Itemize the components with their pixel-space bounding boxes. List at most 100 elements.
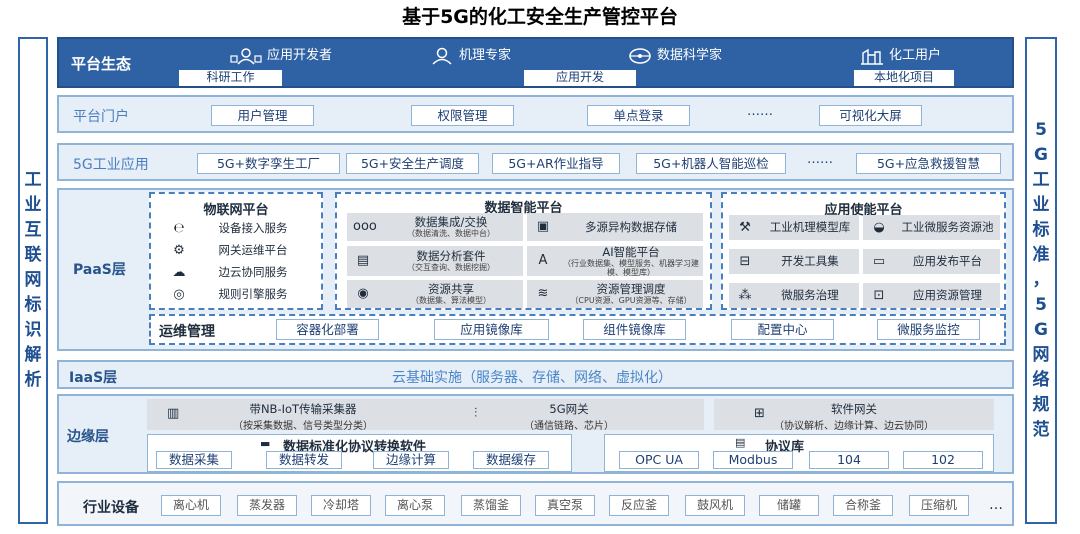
protocol-104[interactable]: 104 bbox=[809, 451, 889, 469]
right-bar-char: 络 bbox=[1032, 370, 1050, 390]
convert-edge-compute[interactable]: 边缘计算 bbox=[373, 451, 449, 469]
protocol-102[interactable]: 102 bbox=[903, 451, 983, 469]
right-bar-char: G bbox=[1034, 320, 1048, 340]
portal-visual-dashboard[interactable]: 可视化大屏 bbox=[819, 105, 922, 126]
mechanism-model-icon: ⚒ bbox=[739, 219, 751, 235]
data-item-sub: （数据集、算法模型） bbox=[411, 296, 491, 305]
data-analysis-suite[interactable]: ▤ 数据分析套件 （交互查询、数据挖掘） bbox=[347, 246, 523, 276]
convert-data-collect[interactable]: 数据采集 bbox=[156, 451, 232, 469]
data-storage[interactable]: ▣ 多源异构数据存储 bbox=[527, 213, 703, 241]
enable-resource-mgmt[interactable]: ⊡ 应用资源管理 bbox=[863, 283, 1000, 308]
iot-platform-title: 物联网平台 bbox=[203, 203, 269, 218]
protocol-opc-ua[interactable]: OPC UA bbox=[619, 451, 699, 469]
data-integration[interactable]: ooo 数据集成/交换 （数据清洗、数据中台） bbox=[347, 213, 523, 241]
iot-gateway-ops[interactable]: ⚙ 网关运维平台 bbox=[163, 241, 311, 260]
convert-data-cache[interactable]: 数据缓存 bbox=[473, 451, 549, 469]
device-cooling-tower[interactable]: 冷却塔 bbox=[311, 495, 371, 516]
portal-permission-management[interactable]: 权限管理 bbox=[411, 105, 514, 126]
app-emergency-rescue[interactable]: 5G+应急救援智慧 bbox=[856, 153, 1001, 174]
eco-role-developer: 应用开发者 bbox=[229, 44, 332, 65]
right-standard-bar: 5 G 工 业 标 准 ， 5 G 网 络 规 范 bbox=[1025, 37, 1057, 524]
eco-role-data-scientist: 数据科学家 bbox=[627, 44, 722, 65]
right-bar-char: 准 bbox=[1032, 245, 1050, 265]
device-synthesis-kettle[interactable]: 合称釜 bbox=[833, 495, 893, 516]
left-bar-char: 业 bbox=[24, 195, 42, 215]
app-safety-dispatch[interactable]: 5G+安全生产调度 bbox=[346, 153, 479, 174]
iot-device-access[interactable]: ℮ 设备接入服务 bbox=[163, 219, 311, 238]
ai-icon: A bbox=[538, 253, 548, 268]
eco-role-label: 化工用户 bbox=[889, 48, 942, 63]
eco-tag-app-dev: 应用开发 bbox=[524, 70, 636, 86]
portal-single-sign-on[interactable]: 单点登录 bbox=[587, 105, 690, 126]
enable-publish[interactable]: ▭ 应用发布平台 bbox=[863, 249, 1000, 274]
data-ai-platform[interactable]: A AI智能平台 （行业数据集、模型服务、机器学习建模、模型库） bbox=[527, 245, 703, 277]
expert-icon bbox=[432, 47, 452, 65]
device-centrifugal-pump[interactable]: 离心泵 bbox=[385, 495, 445, 516]
protocol-modbus[interactable]: Modbus bbox=[713, 451, 793, 469]
device-distillation-kettle[interactable]: 蒸馏釜 bbox=[461, 495, 521, 516]
device-compressor[interactable]: 压缩机 bbox=[909, 495, 969, 516]
device-vacuum-pump[interactable]: 真空泵 bbox=[535, 495, 595, 516]
iot-edge-collab[interactable]: ☁ 边云协同服务 bbox=[163, 263, 311, 282]
device-access-icon: ℮ bbox=[173, 220, 185, 236]
right-bar-char: 标 bbox=[1032, 220, 1050, 240]
storage-icon: ▣ bbox=[536, 219, 550, 234]
ops-container-deploy[interactable]: 容器化部署 bbox=[276, 319, 379, 340]
enable-service-governance[interactable]: ⁂ 微服务治理 bbox=[729, 283, 859, 308]
enable-mechanism-model[interactable]: ⚒ 工业机理模型库 bbox=[729, 215, 859, 240]
left-bar-char: 解 bbox=[24, 345, 42, 365]
app-digital-twin[interactable]: 5G+数字孪生工厂 bbox=[197, 153, 340, 174]
enable-microservice-pool[interactable]: ◒ 工业微服务资源池 bbox=[863, 215, 1000, 240]
data-item-label: 资源共享 bbox=[428, 282, 474, 296]
protocol-library-box: ▤ 协议库 OPC UA Modbus 104 102 bbox=[604, 434, 994, 472]
device-storage-tank[interactable]: 储罐 bbox=[759, 495, 819, 516]
share-icon: ◉ bbox=[357, 286, 369, 301]
app-ar-guidance[interactable]: 5G+AR作业指导 bbox=[492, 153, 620, 174]
apps-label: 5G工业应用 bbox=[73, 157, 149, 173]
device-centrifuge[interactable]: 离心机 bbox=[161, 495, 221, 516]
apps-ellipsis: …… bbox=[807, 152, 833, 167]
ops-microservice-monitor[interactable]: 微服务监控 bbox=[877, 319, 980, 340]
enable-toolkit[interactable]: ⊟ 开发工具集 bbox=[729, 249, 859, 274]
nb-iot-icon: ▥ bbox=[167, 406, 180, 421]
ops-app-image-repo[interactable]: 应用镜像库 bbox=[434, 319, 549, 340]
convert-data-forward[interactable]: 数据转发 bbox=[266, 451, 342, 469]
app-robot-inspection[interactable]: 5G+机器人智能巡检 bbox=[636, 153, 786, 174]
edge-nb-iot-collector[interactable]: ▥ 带NB-IoT传输采集器 （按采集数据、信号类型分类） bbox=[147, 399, 459, 432]
ops-config-center[interactable]: 配置中心 bbox=[731, 319, 834, 340]
device-evaporator[interactable]: 蒸发器 bbox=[237, 495, 297, 516]
left-bar-char: 网 bbox=[24, 270, 42, 290]
right-bar-char: 规 bbox=[1032, 395, 1050, 415]
portal-user-management[interactable]: 用户管理 bbox=[211, 105, 314, 126]
left-bar-char: 析 bbox=[24, 370, 42, 390]
service-governance-icon: ⁂ bbox=[738, 287, 752, 303]
iot-item-label: 规则引擎服务 bbox=[218, 287, 288, 301]
data-item-sub: （交互查询、数据挖掘） bbox=[407, 263, 495, 272]
developer-icon bbox=[230, 47, 262, 65]
enable-item-label: 工业微服务资源池 bbox=[901, 220, 994, 234]
edge-label: 边缘层 bbox=[67, 429, 109, 445]
edge-5g-gateway[interactable]: ⫶ 5G网关 （通信链路、芯片） bbox=[434, 399, 704, 432]
data-resource-schedule[interactable]: ≋ 资源管理调度 （CPU资源、GPU资源等、存储） bbox=[527, 280, 703, 308]
left-bar-char: 标 bbox=[24, 295, 42, 315]
router-icon: ⫶ bbox=[474, 406, 478, 421]
data-item-sub: （行业数据集、模型服务、机器学习建模、模型库） bbox=[563, 258, 699, 277]
eco-tag-localization: 本地化项目 bbox=[854, 70, 954, 86]
paas-layer: PaaS层 物联网平台 ℮ 设备接入服务 ⚙ 网关运维平台 ☁ 边云协同服务 ◎ 规则引… bbox=[57, 188, 1014, 351]
paas-label: PaaS层 bbox=[73, 262, 126, 278]
edge-software-gateway[interactable]: ⊞ 软件网关 （协议解析、边缘计算、边云协同） bbox=[714, 399, 994, 432]
portal-ellipsis: …… bbox=[747, 104, 773, 119]
data-item-label: 多源异构数据存储 bbox=[585, 219, 677, 234]
enable-item-label: 微服务治理 bbox=[781, 288, 839, 302]
device-reactor[interactable]: 反应釜 bbox=[609, 495, 669, 516]
ops-component-image-repo[interactable]: 组件镜像库 bbox=[583, 319, 686, 340]
iaas-layer: IaaS层 云基础实施（服务器、存储、网络、虚拟化） bbox=[57, 360, 1014, 389]
enable-platform-box: 应用使能平台 ⚒ 工业机理模型库 ◒ 工业微服务资源池 ⊟ 开发工具集 ▭ 应用发布平台… bbox=[721, 192, 1006, 310]
toolkit-icon: ⊟ bbox=[739, 253, 751, 269]
data-resource-share[interactable]: ◉ 资源共享 （数据集、算法模型） bbox=[347, 280, 523, 308]
device-blower[interactable]: 鼓风机 bbox=[685, 495, 745, 516]
eco-role-label: 应用开发者 bbox=[267, 48, 333, 63]
protocol-library-icon: ▤ bbox=[735, 436, 746, 449]
convert-software-icon: ▬ bbox=[260, 437, 271, 450]
iot-rule-engine[interactable]: ◎ 规则引擎服务 bbox=[163, 285, 311, 304]
